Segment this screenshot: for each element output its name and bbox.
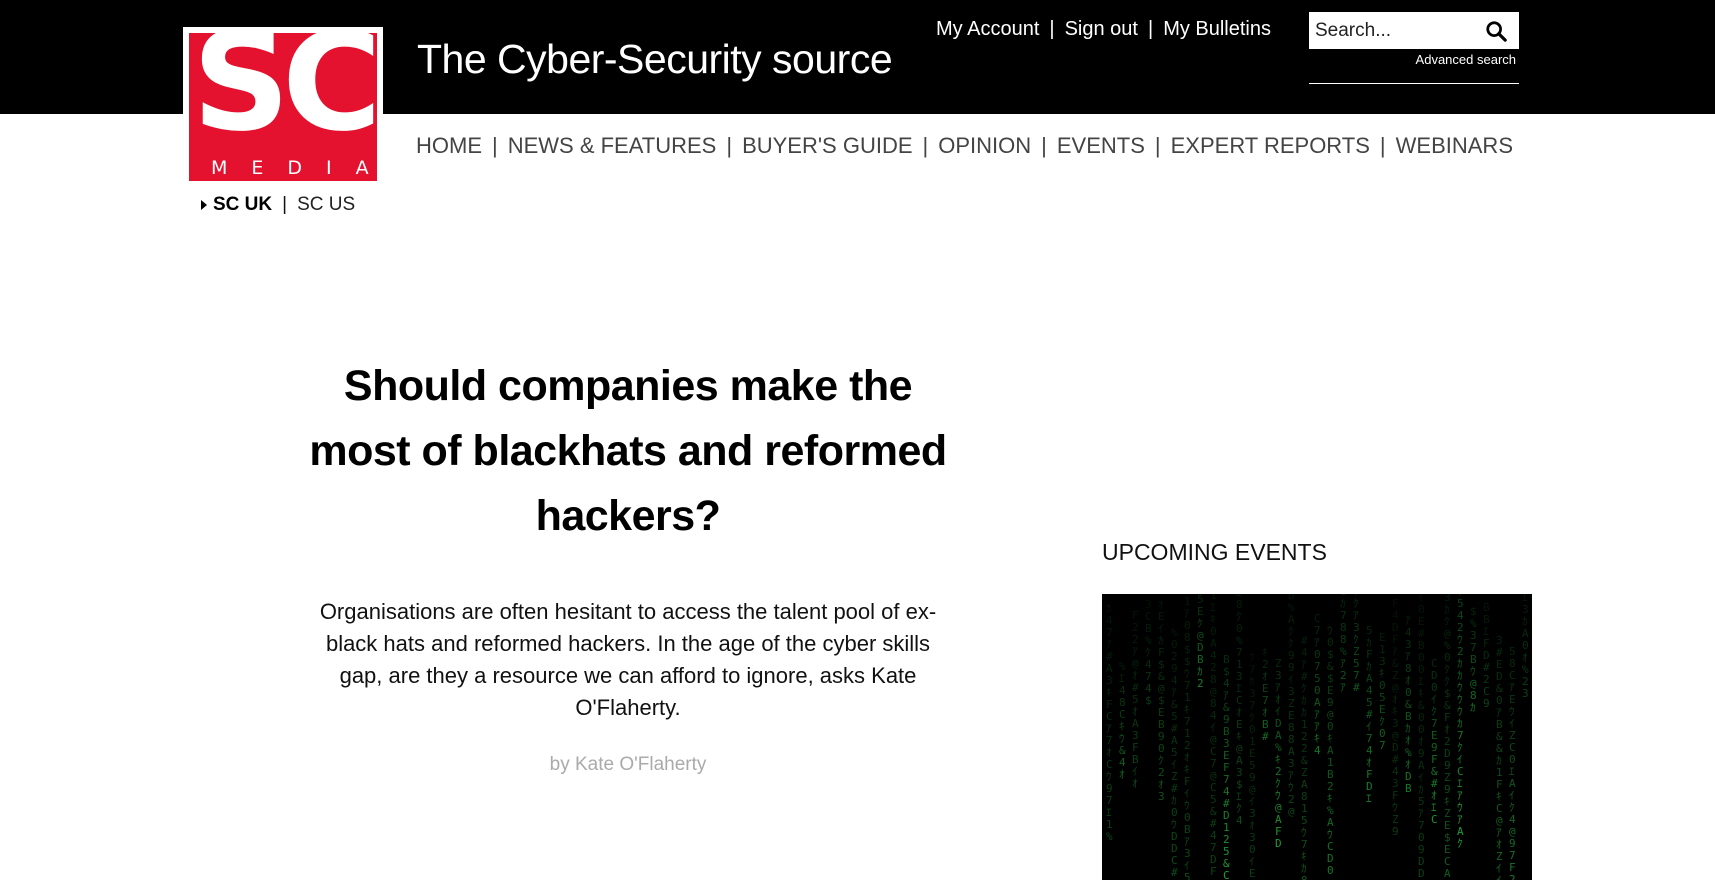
account-links: My Account | Sign out | My Bulletins — [936, 18, 1271, 41]
svg-text:ｱ: ｱ — [1340, 681, 1346, 694]
separator: | — [1041, 133, 1047, 158]
svg-text:C: C — [1431, 813, 1438, 826]
my-bulletins-link[interactable]: My Bulletins — [1163, 18, 1271, 41]
svg-text:A: A — [1444, 867, 1451, 880]
separator: | — [1379, 133, 1386, 158]
region-switcher: SC UK | SC US — [201, 194, 355, 216]
caret-right-icon — [201, 200, 207, 210]
svg-text:%: % — [1106, 830, 1113, 843]
divider — [1309, 83, 1519, 84]
region-sc-us[interactable]: SC US — [297, 194, 355, 216]
logo-letters: SC — [192, 33, 377, 162]
nav-news-features[interactable]: NEWS & FEATURES — [508, 133, 717, 159]
svg-text:2: 2 — [1197, 677, 1204, 690]
search-icon[interactable] — [1485, 20, 1507, 42]
svg-text:#: # — [1262, 730, 1269, 743]
upcoming-events-title: UPCOMING EVENTS — [1102, 539, 1327, 565]
search-input[interactable] — [1315, 19, 1485, 42]
svg-text:ｵ: ｵ — [1119, 768, 1125, 781]
sc-media-logo[interactable]: SC MEDIA — [183, 27, 383, 187]
nav-expert-reports[interactable]: EXPERT REPORTS — [1171, 133, 1370, 159]
separator: | — [282, 194, 288, 215]
svg-text:ｶ: ｶ — [1470, 701, 1476, 714]
svg-text:#: # — [1171, 866, 1178, 879]
advanced-search-link[interactable]: Advanced search — [1309, 52, 1519, 67]
svg-text:9: 9 — [1483, 697, 1490, 710]
svg-text:8: 8 — [1301, 874, 1308, 880]
svg-text:3: 3 — [1158, 790, 1165, 803]
my-account-link[interactable]: My Account — [936, 18, 1039, 41]
sign-out-link[interactable]: Sign out — [1065, 18, 1138, 41]
svg-text:4: 4 — [1236, 814, 1243, 827]
svg-text:3: 3 — [1522, 687, 1529, 700]
svg-text:ｵ: ｵ — [1132, 777, 1138, 790]
svg-text:ｴ: ｴ — [1366, 792, 1372, 805]
region-sc-uk[interactable]: SC UK — [213, 194, 272, 216]
svg-text:E: E — [1249, 867, 1256, 880]
svg-text:9: 9 — [1392, 825, 1399, 838]
svg-text:B: B — [1405, 782, 1412, 795]
nav-home[interactable]: HOME — [416, 133, 482, 159]
separator: | — [492, 133, 498, 158]
article-byline: by Kate O'Flaherty — [549, 754, 707, 775]
nav-events[interactable]: EVENTS — [1057, 133, 1145, 159]
svg-text:2: 2 — [1509, 873, 1516, 880]
article-standfirst: Organisations are often hesitant to acce… — [319, 599, 937, 720]
svg-text:4: 4 — [1314, 744, 1321, 757]
svg-text:ｲ: ｲ — [1496, 874, 1502, 880]
matrix-code-image[interactable]: ｶ 4 7 ｱ # A 3 ｷ F C ｱ 7 ｵ C ｳ 9 7 ｴ 1%% ｴ 4 8 C ｷｳ & 4 ｵ F 2 2 ｱ @ ｵ #5 ｵ A… — [1102, 594, 1532, 880]
logo-red-block: SC MEDIA — [189, 33, 377, 181]
svg-text:0: 0 — [1327, 864, 1334, 877]
svg-text:D: D — [1418, 867, 1425, 880]
logo-word: MEDIA — [211, 157, 377, 179]
svg-text:5: 5 — [1184, 871, 1191, 880]
svg-text:#: # — [1353, 681, 1360, 694]
nav-buyers-guide[interactable]: BUYER'S GUIDE — [742, 133, 912, 159]
nav-webinars[interactable]: WEBINARS — [1396, 133, 1513, 159]
matrix-code-graphic: ｶ47ｱ#A3ｷFCｱ7ｵCｳ97ｴ1%%ｴ48Cｷｳ&4ｵF22ｱ@ｵ#5ｵA… — [1106, 594, 1529, 880]
separator: | — [922, 133, 929, 158]
svg-text:C: C — [1223, 869, 1230, 880]
svg-text:@: @ — [1288, 805, 1295, 818]
search-box — [1309, 12, 1519, 49]
svg-text:7: 7 — [1379, 739, 1386, 752]
separator: | — [726, 133, 733, 158]
article-headline: Should companies make the most of blackh… — [309, 362, 947, 540]
svg-text:$: $ — [1145, 694, 1152, 707]
nav-opinion[interactable]: OPINION — [938, 133, 1031, 159]
svg-text:D: D — [1275, 837, 1282, 850]
site-tagline: The Cyber-Security source — [417, 36, 893, 82]
svg-text:F: F — [1210, 865, 1217, 878]
main-nav: HOME | NEWS & FEATURES | BUYER'S GUIDE |… — [416, 133, 1513, 159]
svg-text:ｸ: ｸ — [1457, 837, 1463, 850]
separator: | — [1154, 133, 1161, 158]
separator: | — [1147, 18, 1154, 40]
separator: | — [1049, 18, 1055, 40]
